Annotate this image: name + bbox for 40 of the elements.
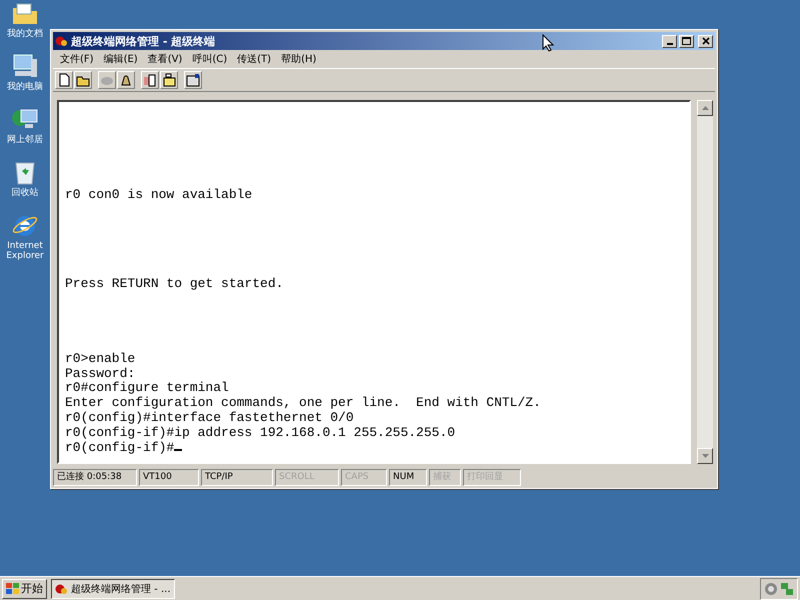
text-cursor: [174, 449, 182, 452]
maximize-button[interactable]: [679, 34, 694, 48]
desktop-icon-label[interactable]: Internet Explorer: [0, 241, 50, 261]
menu-item[interactable]: 编辑(E): [98, 52, 143, 66]
close-button[interactable]: [698, 34, 713, 48]
start-button[interactable]: 开始: [2, 578, 47, 598]
desktop-icon-label[interactable]: 网上邻居: [7, 135, 43, 145]
window-title: 超级终端网络管理 - 超级终端: [71, 34, 216, 48]
menu-item[interactable]: 文件(F): [55, 52, 99, 66]
folder-icon: [11, 2, 39, 26]
status-field: NUM: [389, 469, 427, 486]
send-file-icon[interactable]: [141, 71, 159, 89]
app-icon: [55, 582, 68, 594]
close-icon: [702, 37, 710, 45]
open-folder-icon[interactable]: [74, 71, 92, 89]
menu-item[interactable]: 呼叫(C): [187, 52, 232, 66]
desktop-icon-label[interactable]: 我的电脑: [7, 82, 43, 92]
scroll-down-icon[interactable]: [697, 448, 713, 464]
terminal-screen[interactable]: [57, 100, 691, 464]
properties-icon[interactable]: [184, 71, 202, 89]
menu-item[interactable]: 传送(T): [232, 52, 276, 66]
menu-item[interactable]: 查看(V): [142, 52, 188, 66]
scrollbar[interactable]: [697, 100, 713, 464]
minimize-button[interactable]: [662, 34, 677, 48]
status-field: 已连接 0:05:38: [53, 469, 137, 486]
computer-icon: [11, 53, 39, 79]
scroll-up-icon[interactable]: [697, 100, 713, 116]
desktop-icon-label[interactable]: 我的文档: [7, 29, 43, 39]
mouse-pointer-icon: [542, 34, 554, 52]
taskbar-window-button[interactable]: 超级终端网络管理 - ...: [51, 578, 175, 598]
status-field: TCP/IP: [201, 469, 273, 486]
terminal-output: r0 con0 is now available Press RETURN to get started. r0>enable Password: r0#configure terminal Enter configuration commands, one per line. End with CNTL/Z. r0(config)#interface fastethernet 0/0 r0(config-if)#ip address 192.168.0.1 255.255.255.0 r0(config-if)#: [65, 188, 542, 456]
status-field: VT100: [139, 469, 199, 486]
app-icon: [55, 35, 68, 47]
menu-item[interactable]: 帮助(H): [276, 52, 322, 66]
windows-logo-icon: [6, 582, 19, 594]
new-file-icon[interactable]: [55, 71, 73, 89]
receive-file-icon[interactable]: [160, 71, 178, 89]
maximize-icon: [682, 37, 691, 45]
desktop-icon-label[interactable]: 回收站: [12, 188, 38, 198]
